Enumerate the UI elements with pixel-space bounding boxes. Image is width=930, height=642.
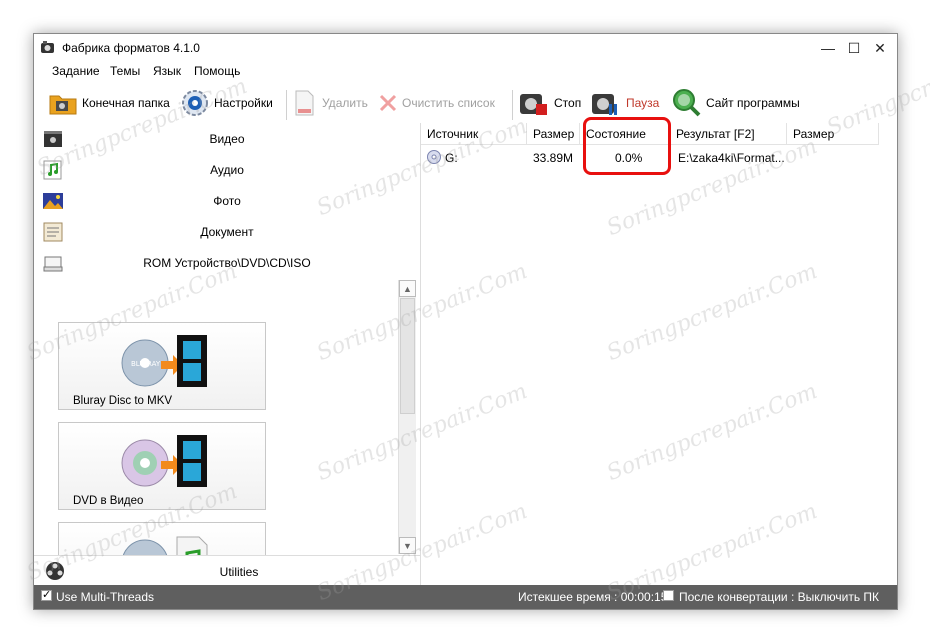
- tile-label: DVD в Видео: [73, 495, 144, 507]
- category-label: ROM Устройство\DVD\CD\ISO: [143, 256, 311, 270]
- scroll-thumb[interactable]: [400, 298, 415, 414]
- category-label: Фото: [213, 194, 241, 208]
- output-folder-button[interactable]: Конечная папка: [48, 86, 170, 120]
- menu-themes[interactable]: Темы: [110, 64, 140, 78]
- stop-button[interactable]: Стоп: [518, 86, 581, 120]
- after-convert-checkbox[interactable]: [663, 590, 674, 601]
- tile-label: Bluray Disc to MKV: [73, 395, 173, 407]
- clear-x-icon: [379, 94, 397, 112]
- app-window: Фабрика форматов 4.1.0 — ☐ ✕ Задание Тем…: [33, 33, 898, 610]
- delete-button[interactable]: Удалить: [292, 86, 368, 120]
- document-delete-icon: [295, 90, 314, 116]
- category-panel: Видео Аудио Фото Документ ROM Устройство…: [34, 123, 421, 586]
- menu-language[interactable]: Язык: [153, 64, 181, 78]
- category-document[interactable]: Документ: [34, 216, 420, 247]
- stop-camera-icon: [520, 94, 547, 115]
- maximize-button[interactable]: ☐: [840, 34, 868, 62]
- toolbar-separator: [512, 90, 513, 120]
- multithreads-checkbox[interactable]: [41, 588, 52, 601]
- menu-bar: Задание Темы Язык Помощь: [34, 62, 897, 82]
- pause-label: Пауза: [626, 96, 660, 110]
- column-header-result[interactable]: Результат [F2]: [670, 123, 787, 145]
- elapsed-time: Истекшее время : 00:00:15: [518, 590, 668, 604]
- status-column-highlight: [583, 117, 671, 175]
- scroll-up-arrow[interactable]: ▲: [399, 280, 416, 297]
- delete-label: Удалить: [322, 96, 368, 110]
- category-photo[interactable]: Фото: [34, 185, 420, 216]
- tile-dvd-to-video[interactable]: DVD в Видео: [58, 422, 266, 510]
- clear-list-label: Очистить список: [402, 96, 495, 110]
- bluray-to-video-icon: BLU-RAY: [121, 335, 207, 387]
- column-header-size[interactable]: Размер: [527, 123, 580, 145]
- utilities-label: Utilities: [219, 565, 259, 579]
- menu-task[interactable]: Задание: [52, 64, 100, 78]
- website-button[interactable]: Сайт программы: [670, 86, 800, 120]
- category-label: Видео: [209, 132, 245, 146]
- pause-button[interactable]: Пауза: [590, 86, 659, 120]
- toolbar: Конечная папка Настройки Удалить Очистит…: [34, 84, 897, 122]
- status-bar: Use Multi-Threads Истекшее время : 00:00…: [34, 585, 897, 609]
- scroll-down-arrow[interactable]: ▼: [399, 537, 416, 554]
- website-label: Сайт программы: [706, 96, 800, 110]
- settings-label: Настройки: [214, 96, 273, 110]
- category-video[interactable]: Видео: [34, 123, 420, 154]
- close-button[interactable]: ✕: [866, 34, 894, 62]
- row-source: G:: [445, 151, 458, 165]
- settings-button[interactable]: Настройки: [180, 86, 273, 120]
- category-label: Документ: [200, 225, 254, 239]
- svg-text:BLU-RAY: BLU-RAY: [131, 360, 161, 368]
- category-rom-device[interactable]: ROM Устройство\DVD\CD\ISO: [34, 247, 420, 278]
- disc-icon: [427, 150, 441, 164]
- stop-label: Стоп: [554, 96, 582, 110]
- toolbar-separator: [286, 90, 287, 120]
- task-list: Источник Размер Состояние Результат [F2]…: [421, 123, 897, 585]
- column-header-output-size[interactable]: Размер: [787, 123, 879, 145]
- window-title: Фабрика форматов 4.1.0: [62, 41, 200, 55]
- after-convert-label: После конвертации : Выключить ПК: [679, 590, 880, 604]
- globe-magnifier-icon: [673, 89, 701, 117]
- category-audio[interactable]: Аудио: [34, 154, 420, 185]
- category-label: Аудио: [210, 163, 244, 177]
- title-bar: Фабрика форматов 4.1.0 — ☐ ✕: [34, 34, 897, 62]
- conversion-tiles: BLU-RAY Bluray Disc to MKV DVD в Видео: [34, 280, 420, 585]
- output-folder-label: Конечная папка: [82, 96, 170, 110]
- tiles-scrollbar[interactable]: ▲ ▼: [398, 280, 416, 554]
- multithreads-label: Use Multi-Threads: [56, 590, 155, 604]
- row-size: 33.89M: [533, 151, 574, 165]
- pause-camera-icon: [592, 94, 617, 115]
- tile-bluray-to-mkv[interactable]: BLU-RAY Bluray Disc to MKV: [58, 322, 266, 410]
- clear-list-button[interactable]: Очистить список: [378, 86, 495, 120]
- folder-icon: [49, 95, 77, 115]
- dvd-to-video-icon: [121, 435, 207, 487]
- app-icon: [41, 41, 54, 53]
- column-header-source[interactable]: Источник: [421, 123, 527, 145]
- row-result: E:\zaka4ki\Format...: [678, 151, 785, 165]
- menu-help[interactable]: Помощь: [194, 64, 240, 78]
- settings-gear-icon: [182, 90, 208, 116]
- minimize-button[interactable]: —: [814, 34, 842, 62]
- utilities-section[interactable]: Utilities: [34, 555, 420, 586]
